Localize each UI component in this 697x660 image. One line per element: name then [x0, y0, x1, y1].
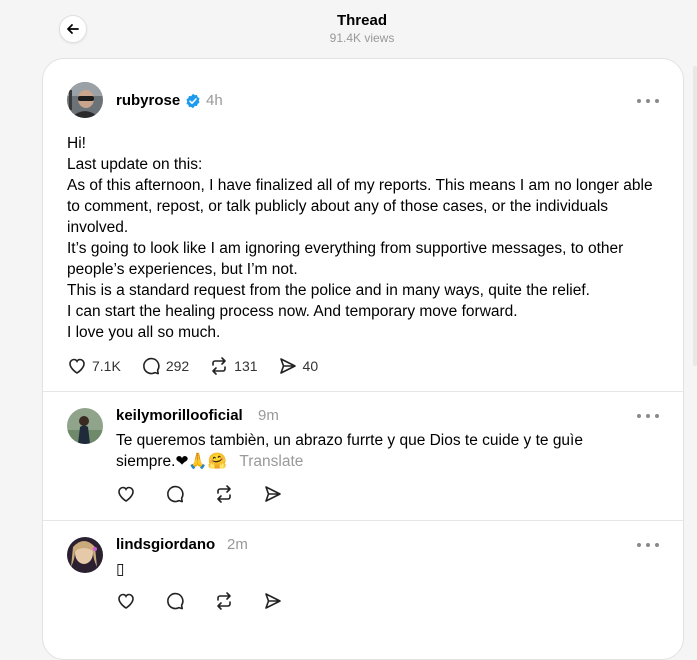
view-count: 91.4K views [329, 31, 395, 45]
like-button[interactable]: 7.1K [67, 356, 121, 376]
post-actions: 7.1K 292 131 40 [67, 356, 338, 376]
post-time: 4h [206, 92, 223, 109]
reply-button[interactable] [165, 591, 190, 611]
reply-item: lindsgiordano 2m ▯ [43, 521, 683, 631]
repost-button[interactable]: 131 [209, 356, 258, 376]
more-options-icon[interactable] [637, 94, 659, 108]
share-button[interactable] [263, 591, 288, 611]
share-button[interactable] [263, 484, 288, 504]
send-icon [265, 593, 281, 609]
reply-time: 9m [258, 407, 279, 424]
send-icon [265, 486, 281, 502]
comment-icon [167, 592, 184, 610]
thread-header: Thread 91.4K views [0, 0, 697, 58]
like-count: 7.1K [92, 358, 121, 374]
comment-icon [167, 485, 184, 503]
heart-icon [118, 593, 134, 609]
repost-button[interactable] [214, 591, 239, 611]
verified-badge-icon [186, 93, 200, 109]
reply-actions [116, 591, 308, 611]
thread-card: rubyrose 4h Hi! Last update on this: As … [42, 58, 684, 660]
share-count: 40 [302, 358, 319, 374]
reply-button[interactable] [165, 484, 190, 504]
repost-icon [212, 357, 226, 375]
reply-text: Te queremos tambièn, un abrazo furrte y … [116, 430, 656, 472]
repost-icon [217, 485, 231, 503]
page-title: Thread [336, 12, 387, 29]
repost-count: 131 [234, 358, 258, 374]
username[interactable]: keilymorillooficial [116, 407, 243, 424]
avatar[interactable] [67, 537, 103, 573]
reply-item: keilymorillooficial 9m Te queremos tambi… [43, 392, 683, 521]
translate-link[interactable]: Translate [239, 453, 303, 470]
reply-text-line: Te queremos tambièn, un abrazo furrte y … [116, 432, 583, 449]
post-text: Hi! Last update on this: As of this afte… [67, 135, 653, 341]
send-icon [279, 358, 296, 374]
more-options-icon[interactable] [637, 538, 659, 552]
reply-time: 2m [227, 536, 248, 553]
repost-button[interactable] [214, 484, 239, 504]
reply-text: ▯ [116, 561, 125, 578]
more-options-icon[interactable] [637, 409, 659, 423]
main-post: rubyrose 4h Hi! Last update on this: As … [43, 59, 683, 392]
reply-text-line-2: siempre.❤🙏🤗 Translate [116, 451, 656, 472]
like-button[interactable] [116, 484, 141, 504]
reply-button[interactable]: 292 [141, 356, 189, 376]
share-button[interactable]: 40 [278, 356, 319, 376]
avatar[interactable] [67, 408, 103, 444]
reply-count: 292 [165, 358, 190, 374]
avatar-image [67, 408, 103, 444]
repost-icon [217, 592, 231, 610]
reply-text-end: siempre. [116, 453, 176, 470]
heart-icon [118, 486, 134, 502]
avatar-image [67, 537, 103, 573]
comment-icon [142, 357, 160, 375]
scrollbar[interactable] [693, 66, 697, 366]
username[interactable]: rubyrose [116, 92, 180, 109]
avatar-image [67, 82, 103, 118]
reply-actions [116, 484, 308, 504]
like-button[interactable] [116, 591, 141, 611]
emoji-group: ❤🙏🤗 [175, 453, 228, 470]
username[interactable]: lindsgiordano [116, 536, 215, 553]
heart-icon [69, 358, 85, 374]
avatar[interactable] [67, 82, 103, 118]
